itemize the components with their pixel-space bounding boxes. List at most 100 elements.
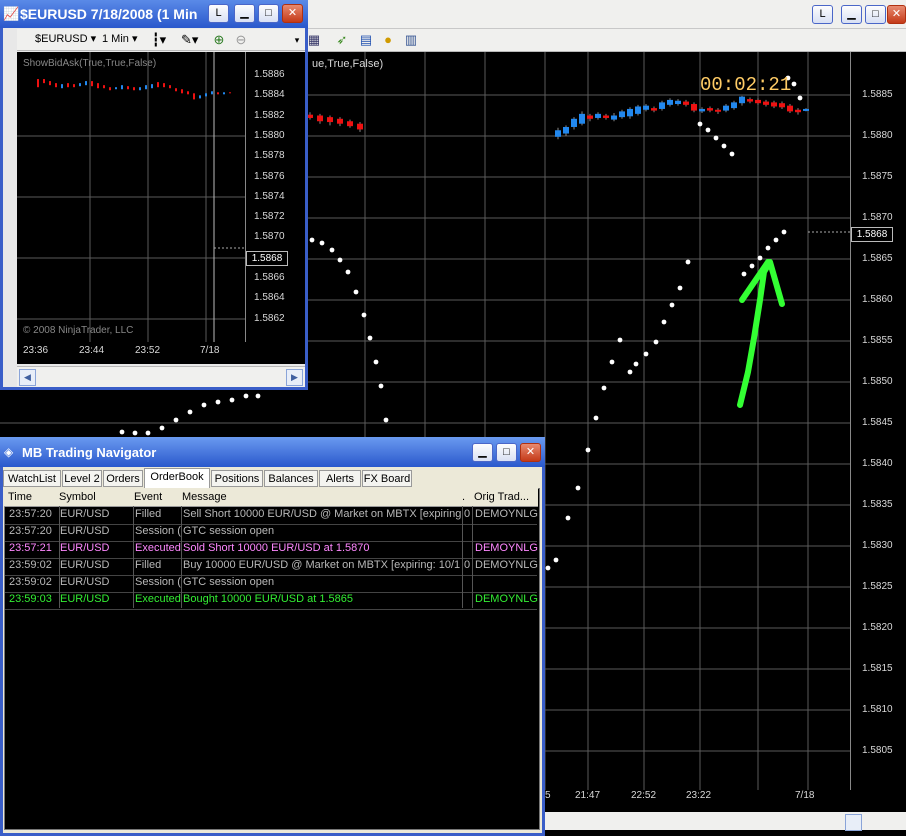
- candle-body: [739, 96, 745, 104]
- candle-body: [337, 118, 343, 124]
- tab-watchlist[interactable]: WatchList: [3, 470, 61, 487]
- main-indicator-label: ue,True,False): [312, 58, 384, 70]
- small-time-label: 7/18: [200, 345, 220, 356]
- column-header[interactable]: Symbol: [59, 491, 96, 503]
- small-minimize-button[interactable]: ▁: [234, 4, 255, 23]
- table-row[interactable]: 23:57:20 EUR/USD Filled Sell Short 10000 EU…: [5, 507, 538, 525]
- candle-body: [755, 99, 761, 104]
- main-time-label: 7/18: [795, 790, 815, 801]
- sar-dot: [201, 402, 207, 408]
- main-price-label: 1.5830: [862, 540, 893, 551]
- sar-dot: [545, 565, 551, 571]
- table-cell: 23:59:02: [9, 576, 52, 588]
- main-price-label: 1.5805: [862, 745, 893, 756]
- nav-close-button[interactable]: ✕: [520, 443, 541, 462]
- small-grid: [17, 52, 245, 342]
- main-minimize-button[interactable]: ▁: [841, 5, 862, 24]
- tab-alerts[interactable]: Alerts: [319, 470, 361, 487]
- candle-body: [635, 106, 641, 114]
- column-divider: [59, 506, 60, 608]
- table-row[interactable]: 23:59:02 EUR/USD Filled Buy 10000 EUR/USD @…: [5, 558, 538, 576]
- table-row[interactable]: 23:57:21 EUR/USD Executed Sold Short 10000…: [5, 541, 538, 559]
- navigator-title: MB Trading Navigator: [22, 445, 157, 460]
- sar-dot: [797, 95, 803, 101]
- scroll-right-button[interactable]: ▶: [286, 369, 303, 386]
- sar-dot: [243, 393, 249, 399]
- maximize-icon: □: [872, 8, 879, 20]
- coin-icon[interactable]: ●: [380, 32, 396, 48]
- close-icon: ✕: [525, 446, 536, 458]
- small-price-label: 1.5880: [254, 129, 285, 141]
- nav-maximize-button[interactable]: □: [496, 443, 517, 462]
- sar-dot: [119, 429, 125, 435]
- sar-dot: [553, 557, 559, 563]
- table-cell: EUR/USD: [60, 542, 110, 554]
- small-restore-button[interactable]: L: [208, 4, 229, 23]
- sar-dot: [187, 409, 193, 415]
- main-price-label: 1.5825: [862, 581, 893, 592]
- column-header[interactable]: Event: [134, 491, 162, 503]
- indicator-icon[interactable]: ➶: [334, 32, 350, 48]
- sar-dot: [565, 515, 571, 521]
- main-horizontal-scrollbar[interactable]: [545, 812, 906, 831]
- table-row[interactable]: 23:59:02 EUR/USD Session ( GTC session ope…: [5, 575, 537, 593]
- zoom-out-icon[interactable]: ⊖: [233, 32, 249, 48]
- data-box-icon[interactable]: ▦: [306, 32, 322, 48]
- interval-selector[interactable]: 1 Min ▾: [102, 32, 138, 45]
- instrument-selector[interactable]: $EURUSD ▾: [35, 32, 96, 45]
- candle-body: [707, 108, 713, 111]
- table-cell: GTC session open: [183, 525, 275, 537]
- small-horizontal-scrollbar[interactable]: ◀ ▶: [17, 366, 305, 387]
- sar-dot: [757, 255, 763, 261]
- main-restore-button[interactable]: L: [812, 5, 833, 24]
- main-price-label: 1.5815: [862, 663, 893, 674]
- tab-orderbook[interactable]: OrderBook: [144, 468, 210, 488]
- column-header[interactable]: Orig Trad...: [474, 491, 529, 503]
- sar-dot: [643, 351, 649, 357]
- small-maximize-button[interactable]: □: [258, 4, 279, 23]
- scroll-left-button[interactable]: ◀: [19, 369, 36, 386]
- minimize-icon: ▁: [240, 7, 249, 19]
- candle-body: [555, 130, 561, 137]
- table-cell: Bought 10000 EUR/USD at 1.5865: [183, 593, 354, 605]
- main-maximize-button[interactable]: □: [865, 5, 886, 24]
- tab-level-2[interactable]: Level 2: [62, 470, 102, 487]
- tab-fx-board[interactable]: FX Board: [362, 470, 412, 487]
- column-header[interactable]: Time: [8, 491, 32, 503]
- sar-dot: [337, 257, 343, 263]
- candle-body: [619, 111, 625, 118]
- column-header[interactable]: Message: [182, 491, 227, 503]
- candle-body: [651, 108, 657, 111]
- sar-dot: [309, 237, 315, 243]
- sar-dot: [329, 247, 335, 253]
- table-cell: DEMOYNLG: [475, 593, 538, 605]
- sar-dot: [713, 135, 719, 141]
- sar-dot: [373, 359, 379, 365]
- tab-positions[interactable]: Positions: [211, 470, 263, 487]
- main-close-button[interactable]: ✕: [887, 5, 906, 24]
- candle-body: [699, 108, 705, 112]
- sar-dot: [705, 127, 711, 133]
- table-row[interactable]: 23:57:20 EUR/USD Session ( GTC session ope…: [5, 524, 537, 542]
- small-close-button[interactable]: ✕: [282, 4, 303, 23]
- main-price-label: 1.5885: [862, 89, 893, 100]
- zoom-in-icon[interactable]: ⊕: [211, 32, 227, 48]
- properties-icon[interactable]: ▥: [403, 32, 419, 48]
- tab-balances[interactable]: Balances: [264, 470, 318, 487]
- tab-orders[interactable]: Orders: [103, 470, 143, 487]
- nav-minimize-button[interactable]: ▁: [472, 443, 493, 462]
- strategy-icon[interactable]: ▤: [358, 32, 374, 48]
- pencil-icon[interactable]: ✎▾: [181, 32, 198, 48]
- toolbar-overflow-icon[interactable]: ▾: [289, 32, 305, 48]
- bar-style-icon[interactable]: ┇▾: [151, 32, 167, 48]
- small-price-label: 1.5884: [254, 89, 285, 101]
- main-scroll-thumb[interactable]: [845, 814, 862, 831]
- small-price-label: 1.5866: [254, 272, 285, 283]
- candle-body: [795, 109, 801, 113]
- sar-dot: [575, 485, 581, 491]
- sar-dot: [617, 337, 623, 343]
- sar-dot: [353, 289, 359, 295]
- column-divider: [181, 506, 182, 608]
- table-row[interactable]: 23:59:03 EUR/USD Executed Bought 10000 EUR…: [5, 592, 538, 610]
- column-header[interactable]: .: [462, 491, 465, 503]
